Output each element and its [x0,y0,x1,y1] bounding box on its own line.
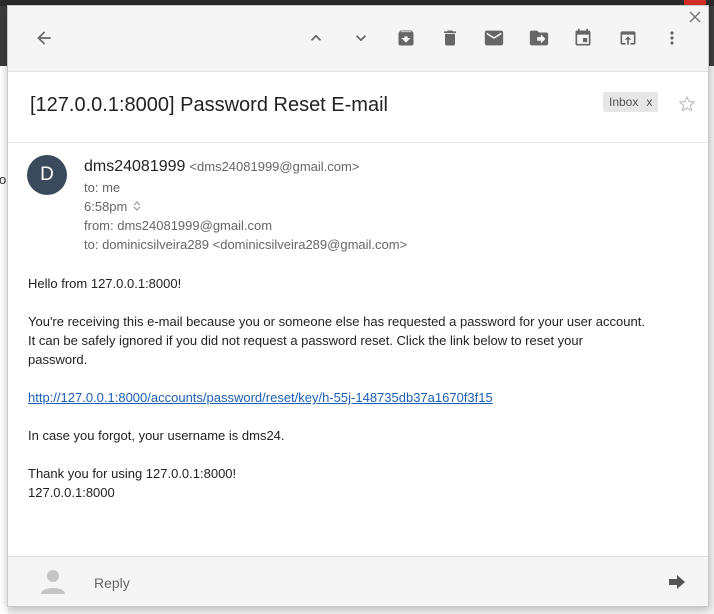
body-line: password. [28,352,88,367]
body-link-row: http://127.0.0.1:8000/accounts/password/… [28,388,700,407]
open-in-new-icon [620,31,636,45]
star-button[interactable] [677,94,697,119]
sender-avatar: D [27,155,67,195]
previous-button[interactable] [303,25,329,51]
star-icon [678,95,696,112]
email-popup: [127.0.0.1:8000] Password Reset E-mail I… [7,5,709,607]
toolbar [8,6,708,72]
back-arrow-icon [37,31,51,45]
reply-avatar [38,566,68,601]
email-time: 6:58pm [84,199,128,214]
chevron-down-icon [356,35,366,42]
snooze-button[interactable] [570,25,596,51]
remove-label-button[interactable]: x [646,95,652,109]
send-arrow-icon [669,575,685,589]
body-username-note: In case you forgot, your username is dms… [28,428,285,443]
email-subject: [127.0.0.1:8000] Password Reset E-mail [30,94,388,116]
snooze-icon [575,28,591,46]
to-recipient-short: to: me [84,180,121,195]
move-to-icon [529,30,549,46]
next-button[interactable] [348,25,374,51]
chevron-up-icon [311,34,321,41]
inbox-label-chip[interactable]: Inbox x [603,92,659,112]
archive-icon [398,30,414,46]
from-full: from: dms24081999@gmail.com [84,218,273,233]
delete-button[interactable] [437,25,463,51]
sender-line: dms24081999 <dms24081999@gmail.com> [84,158,359,176]
archive-button[interactable] [393,25,419,51]
password-reset-link[interactable]: http://127.0.0.1:8000/accounts/password/… [28,390,493,405]
body-line: Thank you for using 127.0.0.1:8000! [28,466,237,481]
body-greeting: Hello from 127.0.0.1:8000! [28,276,182,291]
body-line: You're receiving this e-mail because you… [28,314,645,329]
back-button[interactable] [31,25,57,51]
label-text: Inbox [609,95,639,109]
toggle-details-button[interactable] [133,200,141,215]
mark-unread-button[interactable] [481,25,507,51]
sender-name: dms24081999 [84,158,186,175]
expand-details-icon [133,201,141,211]
open-in-new-window-button[interactable] [615,25,641,51]
reply-bar: Reply [8,556,708,606]
mark-unread-icon [484,30,504,46]
more-vert-icon [670,31,674,45]
close-icon [689,11,701,23]
body-line: It can be safely ignored if you did not … [28,333,583,348]
person-icon [41,570,65,594]
reply-send-button[interactable] [668,574,686,595]
background-text: o [0,172,7,187]
time-row: 6:58pm [84,199,141,215]
body-paragraph: You're receiving this e-mail because you… [28,312,700,369]
close-button[interactable] [687,9,703,25]
move-to-button[interactable] [526,25,552,51]
body-line: 127.0.0.1:8000 [28,485,115,500]
reply-input[interactable]: Reply [94,575,130,591]
trash-icon [444,30,456,46]
body-signoff: Thank you for using 127.0.0.1:8000! 127.… [28,464,700,502]
to-full: to: dominicsilveira289 <dominicsilveira2… [84,237,408,252]
more-options-button[interactable] [659,25,685,51]
sender-email: <dms24081999@gmail.com> [189,159,360,174]
